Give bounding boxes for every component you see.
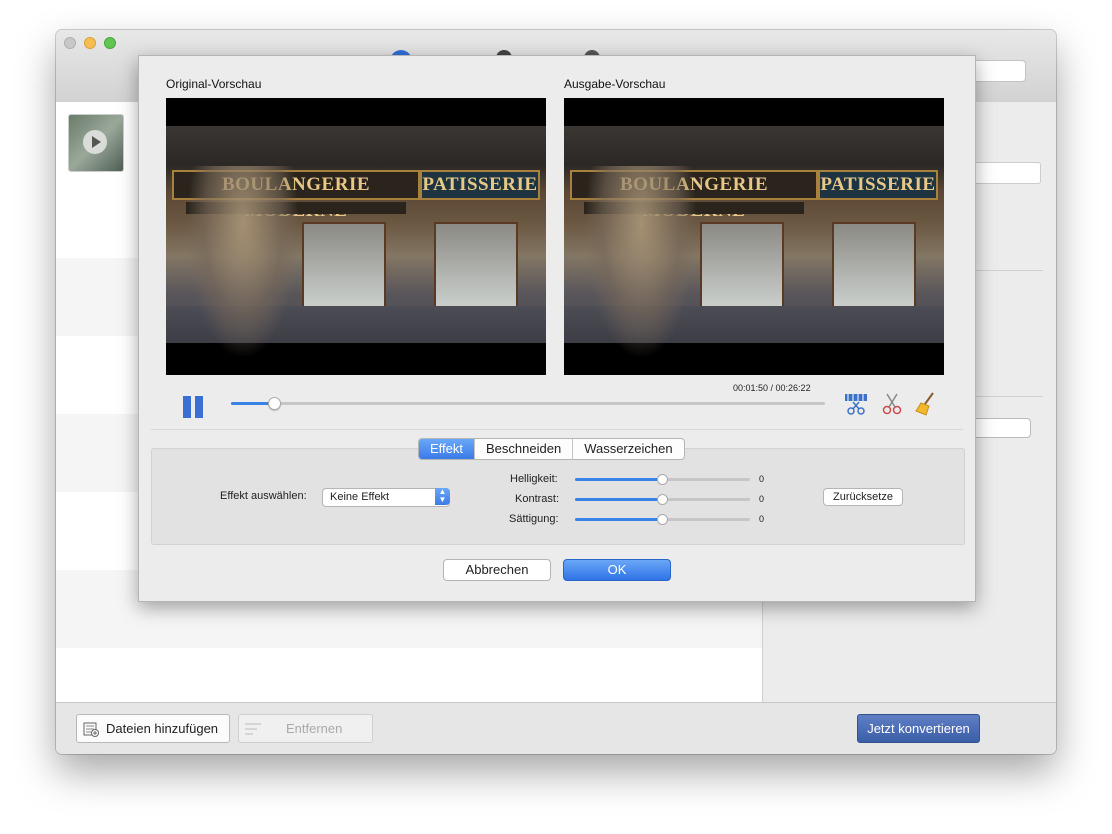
brightness-slider[interactable] — [575, 474, 750, 485]
brightness-label: Helligkeit: — [510, 473, 558, 485]
shop-sign: PATISSERIE — [818, 170, 938, 200]
zoom-window-button[interactable] — [104, 37, 116, 49]
pause-button[interactable] — [183, 396, 205, 418]
minimize-window-button[interactable] — [84, 37, 96, 49]
broom-icon[interactable] — [913, 391, 939, 417]
seek-progress — [231, 402, 273, 405]
seek-handle[interactable] — [267, 397, 281, 410]
play-icon — [83, 130, 107, 154]
effect-panel: Effekt auswählen: Keine Effekt ▲ ▼ Hellig… — [151, 448, 965, 545]
shop-window — [700, 222, 784, 312]
edit-dialog: Original-Vorschau Ausgabe-Vorschau BOULA… — [138, 55, 976, 602]
video-thumbnail — [68, 114, 124, 172]
shop-sign: PATISSERIE — [420, 170, 540, 200]
effect-select-label: Effekt auswählen: — [220, 490, 307, 502]
remove-label: Entfernen — [286, 721, 343, 736]
output-preview-video: BOULANGERIE MODERNE PATISSERIE — [564, 98, 944, 375]
tab-crop[interactable]: Beschneiden — [475, 439, 574, 459]
video-frame: BOULANGERIE MODERNE PATISSERIE — [166, 126, 546, 356]
remove-button[interactable]: Entfernen — [238, 714, 373, 743]
effect-select[interactable]: Keine Effekt ▲ ▼ — [322, 488, 450, 507]
reset-button[interactable]: Zurücksetze — [823, 488, 903, 506]
brightness-value: 0 — [759, 474, 765, 484]
original-preview-video: BOULANGERIE MODERNE PATISSERIE — [166, 98, 546, 375]
cyclist — [188, 166, 298, 356]
saturation-value: 0 — [759, 514, 765, 524]
slider-handle[interactable] — [657, 474, 668, 485]
shop-window — [302, 222, 386, 312]
slider-handle[interactable] — [657, 514, 668, 525]
output-preview-label: Ausgabe-Vorschau — [564, 77, 666, 91]
trim-icon[interactable] — [843, 391, 869, 417]
slider-fill — [575, 478, 662, 481]
slider-fill — [575, 498, 662, 501]
slider-fill — [575, 518, 662, 521]
saturation-slider[interactable] — [575, 514, 750, 525]
chevron-updown-icon: ▲ ▼ — [435, 488, 450, 505]
tab-bar: Effekt Beschneiden Wasserzeichen — [418, 438, 685, 460]
ok-button[interactable]: OK — [563, 559, 671, 581]
add-files-label: Dateien hinzufügen — [106, 721, 219, 736]
slider-handle[interactable] — [657, 494, 668, 505]
contrast-value: 0 — [759, 494, 765, 504]
remove-list-icon — [245, 723, 261, 735]
bottom-bar: Dateien hinzufügen Entfernen Jetzt konve… — [56, 702, 1056, 754]
tab-watermark[interactable]: Wasserzeichen — [573, 439, 683, 459]
seek-slider[interactable] — [231, 397, 825, 410]
pause-icon — [195, 396, 203, 418]
add-files-icon — [83, 722, 99, 737]
close-window-button[interactable] — [64, 37, 76, 49]
shop-window — [434, 222, 518, 312]
tab-effect[interactable]: Effekt — [419, 439, 476, 459]
cancel-button[interactable]: Abbrechen — [443, 559, 551, 581]
contrast-label: Kontrast: — [515, 493, 560, 505]
shop-window — [832, 222, 916, 312]
pause-icon — [183, 396, 191, 418]
contrast-slider[interactable] — [575, 494, 750, 505]
divider — [151, 429, 963, 430]
original-preview-label: Original-Vorschau — [166, 77, 262, 91]
video-frame: BOULANGERIE MODERNE PATISSERIE — [564, 126, 944, 356]
effect-select-value: Keine Effekt — [330, 491, 390, 503]
cyclist — [586, 166, 696, 356]
scissors-icon[interactable] — [879, 391, 905, 417]
saturation-label: Sättigung: — [509, 513, 559, 525]
convert-now-button[interactable]: Jetzt konvertieren — [857, 714, 980, 743]
add-files-button[interactable]: Dateien hinzufügen — [76, 714, 230, 743]
time-display: 00:01:50 / 00:26:22 — [733, 383, 811, 393]
